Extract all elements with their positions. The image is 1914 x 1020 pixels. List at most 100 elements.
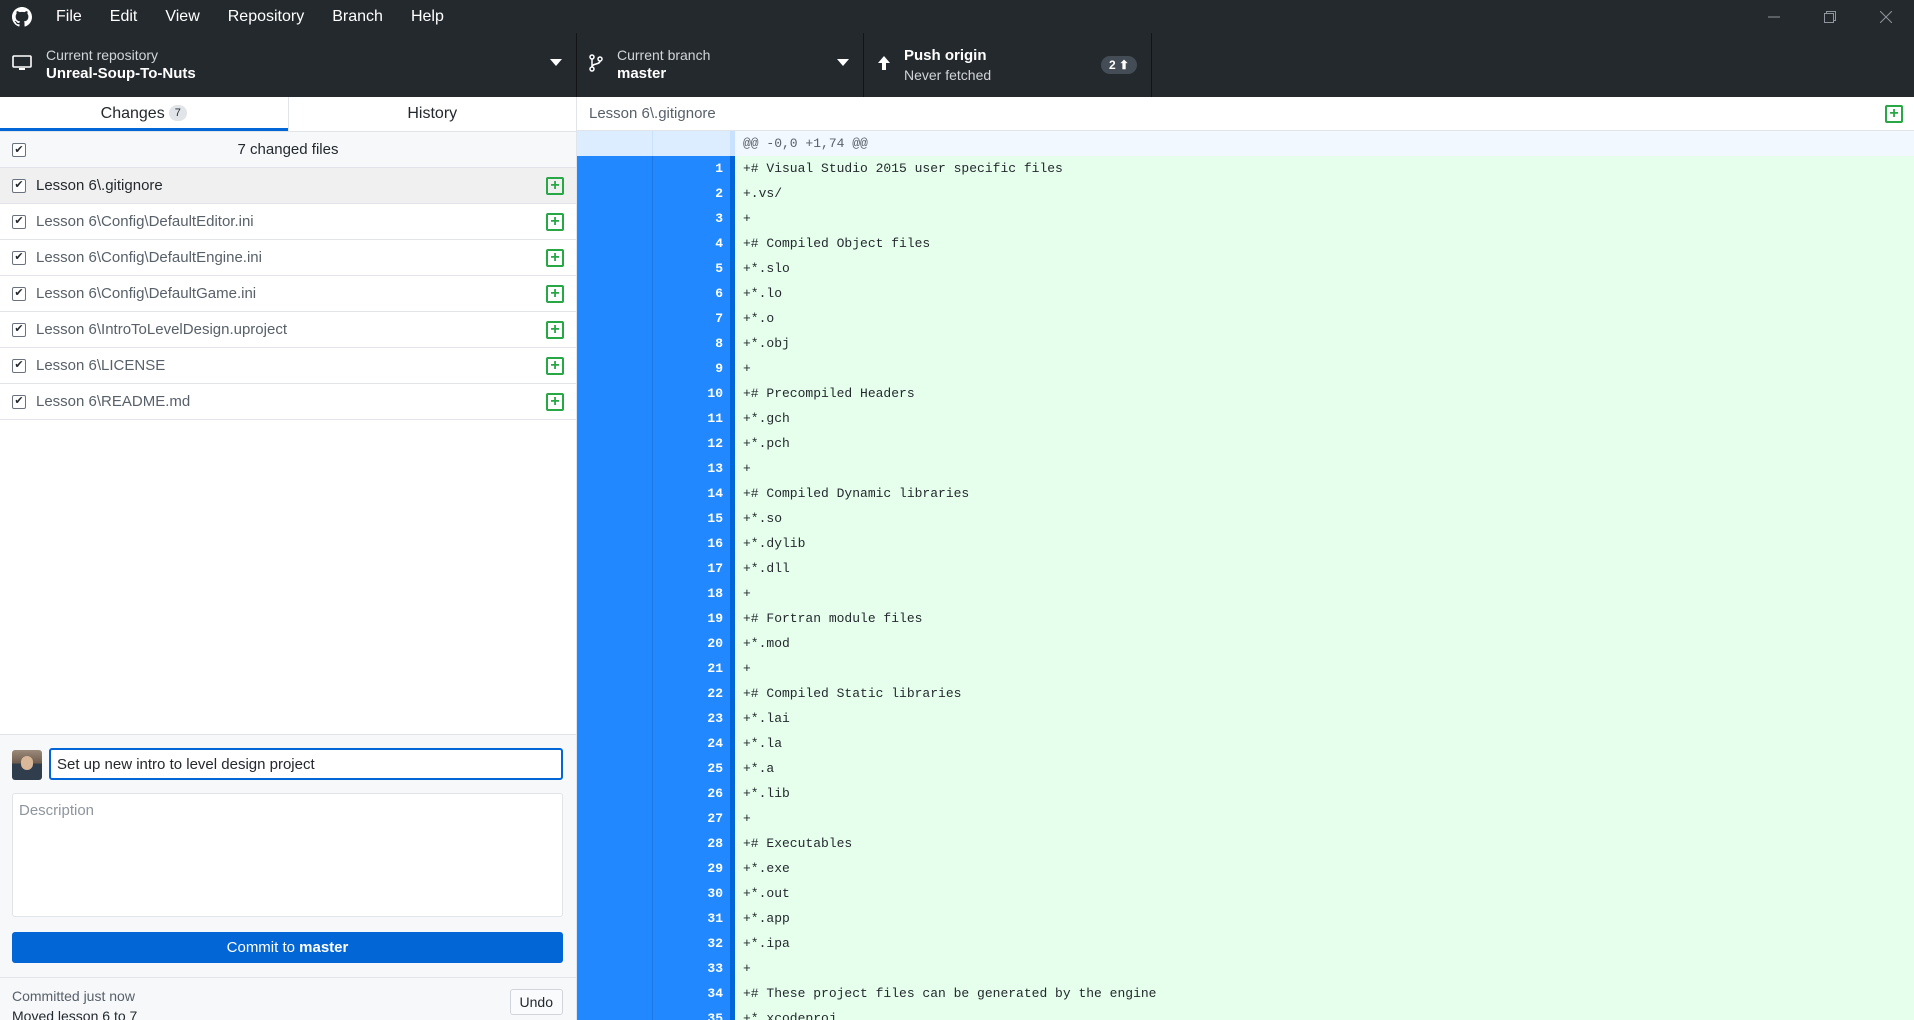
diff-line[interactable]: 10 +# Precompiled Headers xyxy=(577,381,1914,406)
file-checkbox[interactable]: ✔ xyxy=(12,178,26,193)
line-number[interactable]: 9 xyxy=(652,356,730,381)
diff-line[interactable]: 6 +*.lo xyxy=(577,281,1914,306)
line-number[interactable]: 15 xyxy=(652,506,730,531)
file-checkbox[interactable]: ✔ xyxy=(12,394,26,409)
restore-icon[interactable] xyxy=(1802,0,1858,33)
file-checkbox[interactable]: ✔ xyxy=(12,250,26,265)
diff-line[interactable]: 28 +# Executables xyxy=(577,831,1914,856)
line-number[interactable]: 33 xyxy=(652,956,730,981)
line-number[interactable]: 31 xyxy=(652,906,730,931)
diff-line[interactable]: 23 +*.lai xyxy=(577,706,1914,731)
menu-file[interactable]: File xyxy=(44,0,96,33)
diff-line[interactable]: 1 +# Visual Studio 2015 user specific fil… xyxy=(577,156,1914,181)
tab-changes[interactable]: Changes 7 xyxy=(0,97,288,131)
diff-line[interactable]: 27 + xyxy=(577,806,1914,831)
menu-repository[interactable]: Repository xyxy=(214,0,318,33)
diff-line[interactable]: 30 +*.out xyxy=(577,881,1914,906)
file-list-item[interactable]: ✔ Lesson 6\Config\DefaultEditor.ini + xyxy=(0,204,576,240)
line-number[interactable]: 11 xyxy=(652,406,730,431)
line-number[interactable]: 16 xyxy=(652,531,730,556)
line-number[interactable]: 18 xyxy=(652,581,730,606)
line-number[interactable]: 26 xyxy=(652,781,730,806)
file-checkbox[interactable]: ✔ xyxy=(12,358,26,373)
line-number[interactable]: 6 xyxy=(652,281,730,306)
diff-line[interactable]: 2 +.vs/ xyxy=(577,181,1914,206)
line-number[interactable]: 3 xyxy=(652,206,730,231)
diff-body[interactable]: @@ -0,0 +1,74 @@ 1 +# Visual Studio 2015 … xyxy=(577,131,1914,1020)
diff-line[interactable]: 18 + xyxy=(577,581,1914,606)
line-number[interactable]: 25 xyxy=(652,756,730,781)
menu-branch[interactable]: Branch xyxy=(318,0,397,33)
undo-button[interactable]: Undo xyxy=(509,989,563,1015)
line-number[interactable]: 13 xyxy=(652,456,730,481)
diff-line[interactable]: 25 +*.a xyxy=(577,756,1914,781)
file-list-item[interactable]: ✔ Lesson 6\Config\DefaultGame.ini + xyxy=(0,276,576,312)
diff-line[interactable]: 9 + xyxy=(577,356,1914,381)
diff-line[interactable]: 35 +*.xcodeproj xyxy=(577,1006,1914,1020)
file-checkbox[interactable]: ✔ xyxy=(12,286,26,301)
line-number[interactable]: 12 xyxy=(652,431,730,456)
diff-line[interactable]: 14 +# Compiled Dynamic libraries xyxy=(577,481,1914,506)
diff-line[interactable]: 8 +*.obj xyxy=(577,331,1914,356)
diff-line[interactable]: 31 +*.app xyxy=(577,906,1914,931)
line-number[interactable]: 17 xyxy=(652,556,730,581)
line-number[interactable]: 28 xyxy=(652,831,730,856)
line-number[interactable]: 27 xyxy=(652,806,730,831)
diff-line[interactable]: 32 +*.ipa xyxy=(577,931,1914,956)
line-number[interactable]: 4 xyxy=(652,231,730,256)
repository-selector[interactable]: Current repository Unreal-Soup-To-Nuts xyxy=(0,33,577,97)
diff-line[interactable]: 33 + xyxy=(577,956,1914,981)
diff-line[interactable]: 11 +*.gch xyxy=(577,406,1914,431)
diff-line[interactable]: 7 +*.o xyxy=(577,306,1914,331)
diff-line[interactable]: 20 +*.mod xyxy=(577,631,1914,656)
line-number[interactable]: 35 xyxy=(652,1006,730,1020)
line-number[interactable]: 29 xyxy=(652,856,730,881)
select-all-checkbox[interactable]: ✔ xyxy=(12,143,26,157)
line-number[interactable]: 7 xyxy=(652,306,730,331)
github-logo-icon[interactable] xyxy=(0,0,44,33)
branch-selector[interactable]: Current branch master xyxy=(577,33,864,97)
diff-line[interactable]: 5 +*.slo xyxy=(577,256,1914,281)
line-number[interactable]: 22 xyxy=(652,681,730,706)
line-number[interactable]: 23 xyxy=(652,706,730,731)
line-number[interactable]: 20 xyxy=(652,631,730,656)
line-number[interactable]: 19 xyxy=(652,606,730,631)
diff-line[interactable]: 17 +*.dll xyxy=(577,556,1914,581)
push-origin-button[interactable]: Push origin Never fetched 2 ⬆ xyxy=(864,33,1152,97)
diff-line[interactable]: 19 +# Fortran module files xyxy=(577,606,1914,631)
line-number[interactable]: 30 xyxy=(652,881,730,906)
diff-line[interactable]: 3 + xyxy=(577,206,1914,231)
file-checkbox[interactable]: ✔ xyxy=(12,322,26,337)
minimize-icon[interactable] xyxy=(1746,0,1802,33)
line-number[interactable]: 5 xyxy=(652,256,730,281)
file-list-item[interactable]: ✔ Lesson 6\IntroToLevelDesign.uproject + xyxy=(0,312,576,348)
commit-button[interactable]: Commit to master xyxy=(12,932,563,963)
line-number[interactable]: 24 xyxy=(652,731,730,756)
line-number[interactable]: 2 xyxy=(652,181,730,206)
diff-line[interactable]: 13 + xyxy=(577,456,1914,481)
line-number[interactable]: 21 xyxy=(652,656,730,681)
diff-line[interactable]: 26 +*.lib xyxy=(577,781,1914,806)
file-list-item[interactable]: ✔ Lesson 6\.gitignore + xyxy=(0,168,576,204)
tab-history[interactable]: History xyxy=(287,97,577,131)
file-list-item[interactable]: ✔ Lesson 6\LICENSE + xyxy=(0,348,576,384)
diff-line[interactable]: 34 +# These project files can be generate… xyxy=(577,981,1914,1006)
commit-description-input[interactable] xyxy=(12,793,563,917)
diff-line[interactable]: 4 +# Compiled Object files xyxy=(577,231,1914,256)
diff-line[interactable]: 16 +*.dylib xyxy=(577,531,1914,556)
menu-view[interactable]: View xyxy=(151,0,213,33)
diff-line[interactable]: 24 +*.la xyxy=(577,731,1914,756)
file-list-item[interactable]: ✔ Lesson 6\README.md + xyxy=(0,384,576,420)
menu-edit[interactable]: Edit xyxy=(96,0,152,33)
diff-line[interactable]: 21 + xyxy=(577,656,1914,681)
line-number[interactable]: 34 xyxy=(652,981,730,1006)
line-number[interactable]: 8 xyxy=(652,331,730,356)
line-number[interactable]: 10 xyxy=(652,381,730,406)
diff-line[interactable]: 22 +# Compiled Static libraries xyxy=(577,681,1914,706)
line-number[interactable]: 14 xyxy=(652,481,730,506)
commit-summary-input[interactable] xyxy=(49,748,563,780)
diff-hunk-header[interactable]: @@ -0,0 +1,74 @@ xyxy=(577,131,1914,156)
line-number[interactable]: 32 xyxy=(652,931,730,956)
diff-line[interactable]: 12 +*.pch xyxy=(577,431,1914,456)
line-number[interactable]: 1 xyxy=(652,156,730,181)
